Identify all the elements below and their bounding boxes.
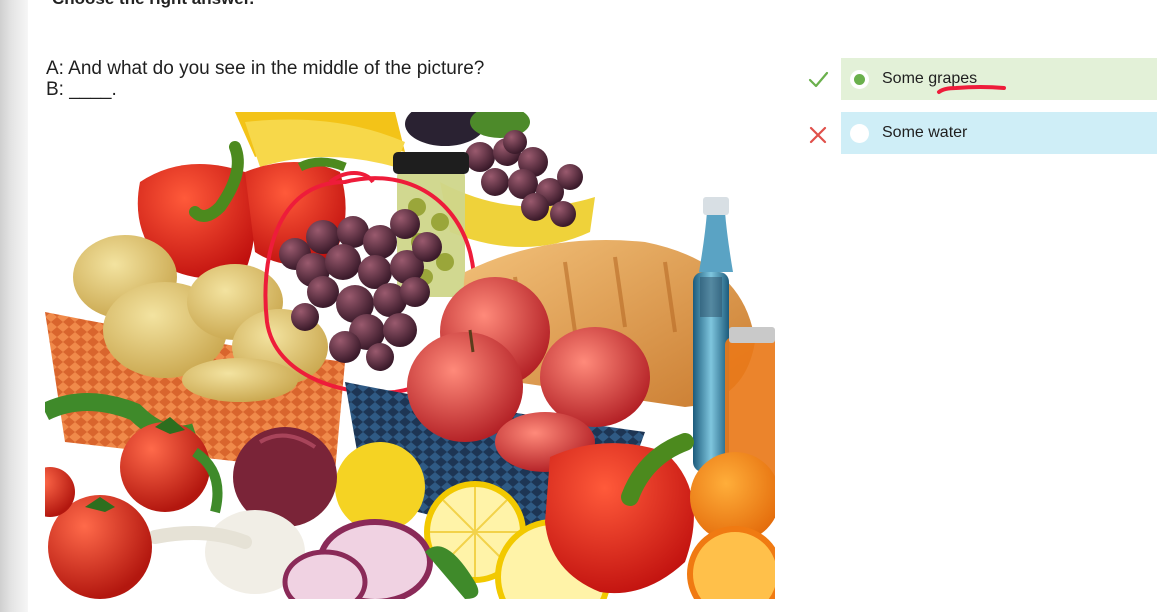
question-image: [45, 112, 775, 599]
question-line-b: B: ____.: [46, 79, 117, 100]
answer-option-some-water[interactable]: Some water: [841, 112, 1157, 154]
check-icon: [808, 71, 829, 88]
window-edge: [0, 0, 28, 612]
radio-dot-icon: [854, 73, 865, 85]
radio-button[interactable]: [850, 123, 869, 143]
answer-label: Some water: [882, 124, 968, 141]
red-underline-annotation: [937, 85, 1006, 94]
question-text: A: And what do you see in the middle of …: [46, 58, 606, 100]
radio-button-selected[interactable]: [850, 69, 869, 89]
question-line-a: A: And what do you see in the middle of …: [46, 58, 485, 79]
instruction-text: Choose the right answer.: [52, 0, 254, 9]
cross-icon: [809, 126, 827, 144]
